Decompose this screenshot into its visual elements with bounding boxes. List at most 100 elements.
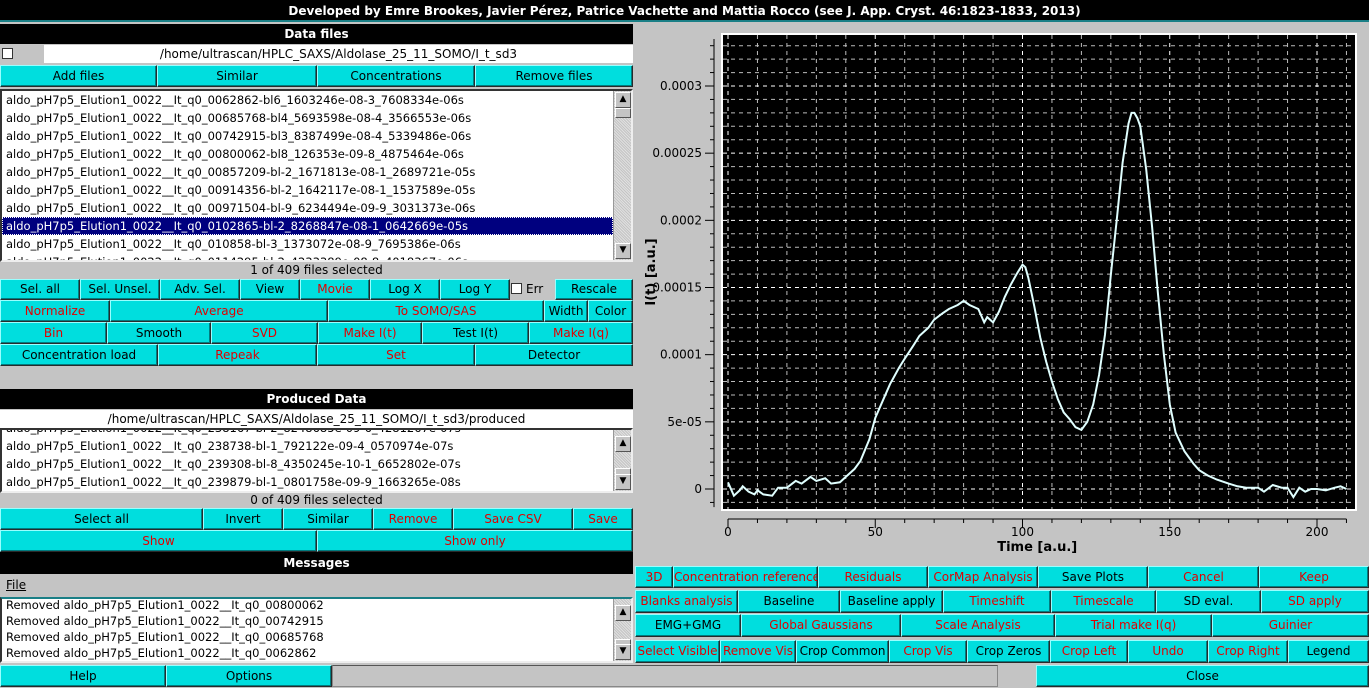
file-list-item[interactable]: aldo_pH7p5_Elution1_0022__It_q0_00800062…: [2, 145, 631, 163]
file-list-item[interactable]: aldo_pH7p5_Elution1_0022__It_q0_00742915…: [2, 127, 631, 145]
sd-apply-button[interactable]: SD apply: [1261, 590, 1369, 613]
scroll-down-arrow-icon[interactable]: ▼: [615, 243, 631, 259]
produced-list-item[interactable]: aldo_pH7p5_Elution1_0022__It_q0_239308-b…: [2, 455, 631, 473]
make-it-button[interactable]: Make I(t): [318, 322, 422, 344]
undo-button[interactable]: Undo: [1128, 640, 1208, 663]
rescale-button[interactable]: Rescale: [555, 279, 633, 300]
help-button[interactable]: Help: [0, 665, 166, 687]
timescale-button[interactable]: Timescale: [1051, 590, 1156, 613]
log-x-button[interactable]: Log X: [370, 279, 440, 300]
keep-button[interactable]: Keep: [1259, 566, 1369, 588]
lock-checkbox[interactable]: Lock: [0, 45, 44, 79]
invert-button[interactable]: Invert: [203, 508, 283, 530]
scroll-up-arrow-icon[interactable]: ▲: [615, 92, 631, 108]
save-plots-button[interactable]: Save Plots: [1038, 566, 1148, 588]
concentrations-button[interactable]: Concentrations: [317, 65, 475, 87]
global-gaussians-button[interactable]: Global Gaussians: [741, 614, 901, 637]
remove-files-button[interactable]: Remove files: [475, 65, 633, 87]
data-files-scrollbar[interactable]: ▲ ▼: [613, 91, 631, 260]
crop-common-button[interactable]: Crop Common: [796, 640, 889, 663]
remove-vis-button[interactable]: Remove Vis: [720, 640, 796, 663]
select-visible-button[interactable]: Select Visible: [635, 640, 720, 663]
produced-scrollbar[interactable]: ▲ ▼: [613, 430, 631, 491]
crop-left-button[interactable]: Crop Left: [1050, 640, 1128, 663]
lock-checkbox-box[interactable]: [2, 48, 13, 59]
produced-list-item[interactable]: aldo_pH7p5_Elution1_0022__It_q0_239879-b…: [2, 473, 631, 491]
smooth-button[interactable]: Smooth: [107, 322, 211, 344]
scroll-thumb[interactable]: [615, 108, 631, 118]
file-list-item[interactable]: aldo_pH7p5_Elution1_0022__It_q0_00971504…: [2, 199, 631, 217]
similar-button[interactable]: Similar: [157, 65, 317, 87]
close-button[interactable]: Close: [1036, 665, 1369, 687]
produced-list-item[interactable]: aldo_pH7p5_Elution1_0022__It_q0_238738-b…: [2, 437, 631, 455]
make-iq-button[interactable]: Make I(q): [529, 322, 633, 344]
legend-button[interactable]: Legend: [1288, 640, 1369, 663]
crop-right-button[interactable]: Crop Right: [1208, 640, 1288, 663]
file-list-item[interactable]: aldo_pH7p5_Elution1_0022__It_q0_010858-b…: [2, 235, 631, 253]
emg-gmg-button[interactable]: EMG+GMG: [635, 614, 741, 637]
sd-eval-button[interactable]: SD eval.: [1156, 590, 1261, 613]
svd-button[interactable]: SVD: [211, 322, 318, 344]
options-button[interactable]: Options: [166, 665, 332, 687]
detector-button[interactable]: Detector: [475, 344, 633, 366]
file-list-item[interactable]: aldo_pH7p5_Elution1_0022__It_q0_00685768…: [2, 109, 631, 127]
scroll-up-arrow-icon[interactable]: ▲: [615, 436, 631, 452]
log-y-button[interactable]: Log Y: [440, 279, 510, 300]
scroll-down-arrow-icon[interactable]: ▼: [615, 644, 631, 660]
to-somo-sas-button[interactable]: To SOMO/SAS: [328, 300, 544, 322]
data-files-list[interactable]: aldo_pH7p5_Elution1_0022__It_q0_0062862-…: [0, 89, 633, 262]
file-list-item[interactable]: aldo_pH7p5_Elution1_0022__It_q0_00857209…: [2, 163, 631, 181]
messages-scrollbar[interactable]: ▲ ▼: [613, 599, 631, 661]
test-it-button[interactable]: Test I(t): [422, 322, 529, 344]
intensity-time-plot[interactable]: 0 5e-05 0.0001 0.00015 0.0002 0.00025 0.0003 0…: [633, 24, 1369, 564]
average-button[interactable]: Average: [110, 300, 328, 322]
scroll-down-arrow-icon[interactable]: ▼: [615, 474, 631, 490]
select-all-produced-button[interactable]: Select all: [0, 508, 203, 530]
width-button[interactable]: Width: [544, 300, 588, 322]
file-list-item[interactable]: aldo_pH7p5_Elution1_0022__It_q0_0062862-…: [2, 91, 631, 109]
timeshift-button[interactable]: Timeshift: [943, 590, 1051, 613]
crop-zeros-button[interactable]: Crop Zeros: [967, 640, 1050, 663]
adv-sel-button[interactable]: Adv. Sel.: [160, 279, 240, 300]
scroll-up-arrow-icon[interactable]: ▲: [615, 605, 631, 621]
similar-produced-button[interactable]: Similar: [283, 508, 373, 530]
baseline-button[interactable]: Baseline: [738, 590, 840, 613]
3d-button[interactable]: 3D: [635, 566, 673, 588]
concentration-load-button[interactable]: Concentration load: [0, 344, 158, 366]
err-checkbox[interactable]: Err: [511, 281, 553, 298]
scale-analysis-button[interactable]: Scale Analysis: [901, 614, 1055, 637]
show-only-button[interactable]: Show only: [317, 530, 633, 552]
bin-button[interactable]: Bin: [0, 322, 107, 344]
movie-button[interactable]: Movie: [300, 279, 370, 300]
sel-unsel-button[interactable]: Sel. Unsel.: [80, 279, 160, 300]
messages-header: Messages: [0, 552, 633, 574]
produced-list-item[interactable]: aldo_pH7p5_Elution1_0022__It_q0_238167-b…: [2, 430, 631, 437]
set-button[interactable]: Set: [317, 344, 475, 366]
save-csv-button[interactable]: Save CSV: [453, 508, 573, 530]
baseline-apply-button[interactable]: Baseline apply: [840, 590, 943, 613]
add-files-button[interactable]: Add files: [0, 65, 157, 87]
sel-all-button[interactable]: Sel. all: [0, 279, 80, 300]
file-list-item[interactable]: aldo_pH7p5_Elution1_0022__It_q0_0114295-…: [2, 253, 631, 260]
view-button[interactable]: View: [240, 279, 300, 300]
color-button[interactable]: Color: [588, 300, 633, 322]
repeak-button[interactable]: Repeak: [158, 344, 317, 366]
trial-make-iq-button[interactable]: Trial make I(q): [1055, 614, 1212, 637]
save-button[interactable]: Save: [573, 508, 633, 530]
concentration-reference-button[interactable]: Concentration reference: [673, 566, 818, 588]
remove-produced-button[interactable]: Remove: [373, 508, 453, 530]
file-menu[interactable]: File: [6, 576, 26, 594]
cormap-analysis-button[interactable]: CorMap Analysis: [928, 566, 1038, 588]
normalize-button[interactable]: Normalize: [0, 300, 110, 322]
plot-area[interactable]: [721, 33, 1357, 511]
file-list-item[interactable]: aldo_pH7p5_Elution1_0022__It_q0_00914356…: [2, 181, 631, 199]
residuals-button[interactable]: Residuals: [818, 566, 928, 588]
guinier-button[interactable]: Guinier: [1212, 614, 1369, 637]
show-button[interactable]: Show: [0, 530, 317, 552]
cancel-button[interactable]: Cancel: [1148, 566, 1259, 588]
file-list-item-selected[interactable]: aldo_pH7p5_Elution1_0022__It_q0_0102865-…: [2, 217, 613, 235]
produced-files-list[interactable]: aldo_pH7p5_Elution1_0022__It_q0_238167-b…: [0, 428, 633, 493]
err-checkbox-box[interactable]: [511, 283, 522, 294]
crop-vis-button[interactable]: Crop Vis: [889, 640, 967, 663]
blanks-analysis-button[interactable]: Blanks analysis: [635, 590, 738, 613]
